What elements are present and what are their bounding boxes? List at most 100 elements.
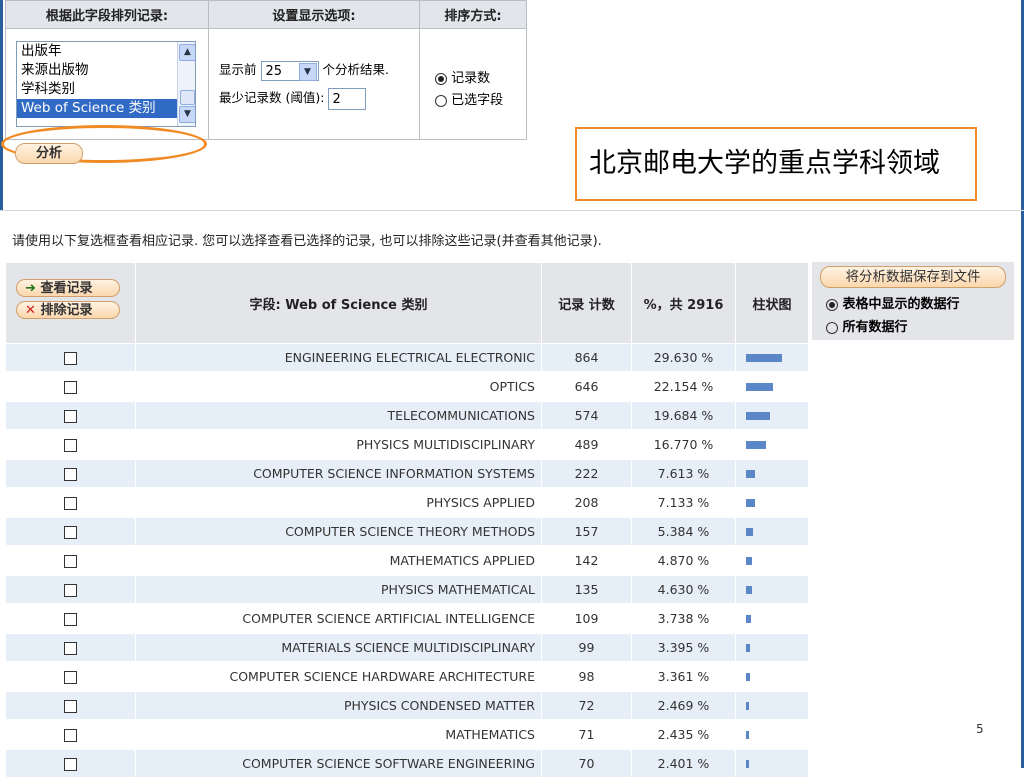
record-count: 135 bbox=[541, 575, 632, 605]
row-checkbox[interactable] bbox=[63, 352, 77, 365]
row-checkbox-cell bbox=[5, 575, 136, 605]
field-name: PHYSICS MULTIDISCIPLINARY bbox=[135, 430, 542, 460]
row-checkbox[interactable] bbox=[63, 671, 77, 684]
rank-field-cell: 出版年 来源出版物 学科类别 Web of Science 类别 ▲ ▼ bbox=[1, 28, 209, 163]
bar-cell bbox=[735, 633, 809, 663]
field-listbox[interactable]: 出版年 来源出版物 学科类别 Web of Science 类别 ▲ ▼ bbox=[16, 41, 196, 127]
table-row: PHYSICS MATHEMATICAL 135 4.630 % bbox=[5, 575, 809, 605]
show-suffix-label: 个分析结果. bbox=[322, 62, 389, 77]
row-checkbox-cell bbox=[5, 749, 136, 779]
results-table: ➜ 查看记录 ✕ 排除记录 字段: Web of Science 类别 记录 计… bbox=[5, 262, 809, 779]
scroll-thumb[interactable] bbox=[180, 90, 195, 105]
show-count-select[interactable]: 25 ▼ bbox=[260, 60, 319, 81]
field-name: COMPUTER SCIENCE INFORMATION SYSTEMS bbox=[135, 459, 542, 489]
record-percent: 16.770 % bbox=[631, 430, 736, 460]
show-count-value: 25 bbox=[265, 63, 283, 79]
sort-header: 排序方式: bbox=[419, 0, 527, 29]
save-panel: 将分析数据保存到文件 表格中显示的数据行 所有数据行 bbox=[812, 262, 1014, 340]
scroll-up-icon[interactable]: ▲ bbox=[179, 44, 195, 61]
row-checkbox[interactable] bbox=[63, 584, 77, 597]
field-option-source[interactable]: 来源出版物 bbox=[17, 61, 195, 80]
bar-cell bbox=[735, 517, 809, 547]
record-count: 99 bbox=[541, 633, 632, 663]
action-header: ➜ 查看记录 ✕ 排除记录 bbox=[5, 262, 136, 344]
bar-cell bbox=[735, 575, 809, 605]
field-name: MATHEMATICS bbox=[135, 720, 542, 750]
listbox-scrollbar[interactable]: ▲ ▼ bbox=[177, 42, 195, 126]
row-checkbox[interactable] bbox=[63, 526, 77, 539]
bar-cell bbox=[735, 459, 809, 489]
table-row: COMPUTER SCIENCE ARTIFICIAL INTELLIGENCE… bbox=[5, 604, 809, 634]
bar-cell bbox=[735, 372, 809, 402]
row-checkbox[interactable] bbox=[63, 758, 77, 771]
sort-field-radio[interactable] bbox=[435, 94, 447, 107]
sort-records-label: 记录数 bbox=[451, 71, 491, 86]
row-checkbox[interactable] bbox=[63, 468, 77, 481]
record-percent: 2.469 % bbox=[631, 691, 736, 721]
record-count: 72 bbox=[541, 691, 632, 721]
field-name: COMPUTER SCIENCE SOFTWARE ENGINEERING bbox=[135, 749, 542, 779]
row-checkbox[interactable] bbox=[63, 381, 77, 394]
record-percent: 7.613 % bbox=[631, 459, 736, 489]
row-checkbox[interactable] bbox=[63, 613, 77, 626]
instruction-text: 请使用以下复选框查看相应记录. 您可以选择查看已选择的记录, 也可以排除这些记录… bbox=[12, 234, 602, 249]
field-name: COMPUTER SCIENCE THEORY METHODS bbox=[135, 517, 542, 547]
sort-records-option[interactable]: 记录数 bbox=[435, 67, 490, 86]
analyze-button[interactable]: 分析 bbox=[15, 143, 83, 164]
bar-cell bbox=[735, 546, 809, 576]
row-checkbox[interactable] bbox=[63, 497, 77, 510]
field-option-wos-category[interactable]: Web of Science 类别 bbox=[17, 99, 195, 118]
row-checkbox[interactable] bbox=[63, 439, 77, 452]
chevron-down-icon[interactable]: ▼ bbox=[298, 62, 317, 81]
record-count: 489 bbox=[541, 430, 632, 460]
bar-fill bbox=[746, 672, 750, 681]
bar-cell bbox=[735, 401, 809, 431]
bar-fill bbox=[746, 556, 752, 565]
record-count: 208 bbox=[541, 488, 632, 518]
row-checkbox-cell bbox=[5, 459, 136, 489]
record-count: 142 bbox=[541, 546, 632, 576]
bar-fill bbox=[746, 759, 749, 768]
save-table-rows-radio[interactable] bbox=[826, 298, 838, 311]
field-name: OPTICS bbox=[135, 372, 542, 402]
min-records-label: 最少记录数 (阈值): bbox=[219, 90, 325, 105]
bar-fill bbox=[746, 440, 766, 449]
save-option-table-rows[interactable]: 表格中显示的数据行 bbox=[826, 293, 960, 312]
row-checkbox[interactable] bbox=[63, 700, 77, 713]
record-count: 864 bbox=[541, 343, 632, 373]
table-row: TELECOMMUNICATIONS 574 19.684 % bbox=[5, 401, 809, 431]
slide-frame-left bbox=[0, 0, 3, 210]
table-row: COMPUTER SCIENCE THEORY METHODS 157 5.384 … bbox=[5, 517, 809, 547]
display-options-header: 设置显示选项: bbox=[208, 0, 420, 29]
row-checkbox-cell bbox=[5, 372, 136, 402]
save-option-all-rows[interactable]: 所有数据行 bbox=[826, 316, 908, 335]
row-checkbox[interactable] bbox=[63, 642, 77, 655]
field-name: PHYSICS MATHEMATICAL bbox=[135, 575, 542, 605]
table-row: OPTICS 646 22.154 % bbox=[5, 372, 809, 402]
save-all-rows-radio[interactable] bbox=[826, 321, 838, 334]
save-to-file-button[interactable]: 将分析数据保存到文件 bbox=[820, 266, 1006, 288]
bar-cell bbox=[735, 488, 809, 518]
sort-field-option[interactable]: 已选字段 bbox=[435, 89, 503, 108]
bar-fill bbox=[746, 643, 750, 652]
record-percent: 5.384 % bbox=[631, 517, 736, 547]
record-count: 222 bbox=[541, 459, 632, 489]
record-percent: 2.435 % bbox=[631, 720, 736, 750]
row-checkbox-cell bbox=[5, 430, 136, 460]
field-option-year[interactable]: 出版年 bbox=[17, 42, 195, 61]
record-count: 98 bbox=[541, 662, 632, 692]
scroll-down-icon[interactable]: ▼ bbox=[179, 106, 195, 123]
bar-chart-header: 柱状图 bbox=[735, 262, 809, 344]
row-checkbox[interactable] bbox=[63, 555, 77, 568]
bar-cell bbox=[735, 749, 809, 779]
field-option-subject[interactable]: 学科类别 bbox=[17, 80, 195, 99]
rank-field-header: 根据此字段排列记录: bbox=[5, 0, 209, 29]
table-row: COMPUTER SCIENCE SOFTWARE ENGINEERING 70 2… bbox=[5, 749, 809, 779]
sort-records-radio[interactable] bbox=[435, 72, 447, 85]
min-records-input[interactable]: 2 bbox=[328, 87, 367, 110]
field-name: COMPUTER SCIENCE HARDWARE ARCHITECTURE bbox=[135, 662, 542, 692]
row-checkbox[interactable] bbox=[63, 410, 77, 423]
view-records-button[interactable]: ➜ 查看记录 bbox=[16, 279, 120, 297]
row-checkbox[interactable] bbox=[63, 729, 77, 742]
exclude-records-button[interactable]: ✕ 排除记录 bbox=[16, 301, 120, 319]
